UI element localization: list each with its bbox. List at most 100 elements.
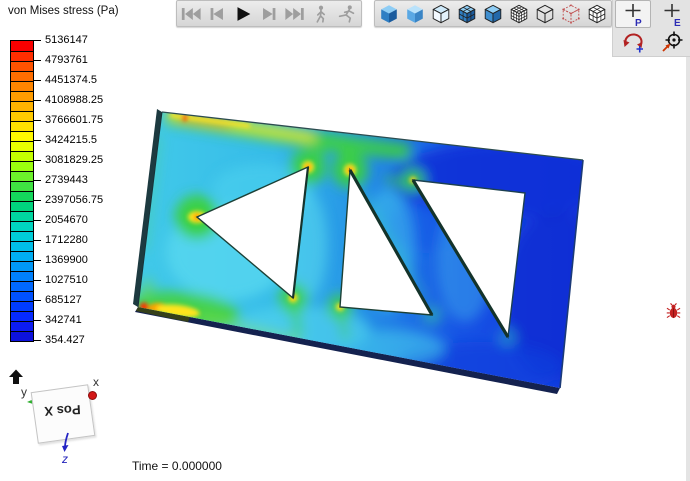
legend-tick (34, 220, 41, 221)
x-axis-label: x (93, 375, 99, 389)
home-view-icon[interactable] (6, 367, 26, 387)
legend-color-band (11, 231, 33, 241)
legend-tick-value: 342741 (45, 314, 82, 326)
legend-colorbar (10, 40, 34, 342)
legend-tick (34, 120, 41, 121)
legend-color-band (11, 191, 33, 201)
run-mode-button[interactable] (334, 2, 360, 25)
legend-tick-value: 2739443 (45, 174, 88, 186)
legend-color-band (11, 221, 33, 231)
go-to-last-frame-button[interactable] (282, 2, 308, 25)
x-axis-marker (88, 391, 97, 400)
legend-color-band (11, 241, 33, 251)
legend-tick (34, 40, 41, 41)
legend-color-band (11, 71, 33, 81)
legend-color-band (11, 51, 33, 61)
legend-tick (34, 340, 41, 341)
legend-color-band (11, 111, 33, 121)
previous-frame-button[interactable] (204, 2, 230, 25)
orientation-triad[interactable]: y Pos X x z (0, 360, 130, 475)
legend-tick-value: 3081829.25 (45, 154, 104, 166)
legend-color-band (11, 131, 33, 141)
legend-color-band (11, 41, 33, 51)
walk-mode-button[interactable] (308, 2, 334, 25)
legend-color-band (11, 101, 33, 111)
center-of-rotation-button[interactable] (655, 29, 689, 55)
legend-tick-value: 2397056.75 (45, 194, 104, 206)
view-plane-label: Pos X (44, 402, 81, 419)
legend-tick-value: 3766601.75 (45, 114, 104, 126)
legend-color-band (11, 261, 33, 271)
legend-title: von Mises stress (Pa) (8, 5, 119, 17)
pick-toolbar: PE (612, 0, 690, 57)
pick-element-button[interactable]: E (655, 1, 689, 27)
svg-text:P: P (635, 18, 642, 27)
legend-tick-value: 4793761 (45, 54, 88, 66)
legend-tick (34, 80, 41, 81)
legend-color-band (11, 81, 33, 91)
legend-tick (34, 320, 41, 321)
legend-color-band (11, 321, 33, 331)
legend-color-band (11, 151, 33, 161)
legend-color-band (11, 61, 33, 71)
legend-color-band (11, 301, 33, 311)
legend-tick-value: 354.427 (45, 334, 85, 346)
legend-color-band (11, 91, 33, 101)
legend-color-band (11, 291, 33, 301)
legend-color-band (11, 271, 33, 281)
legend-tick-value: 1712280 (45, 234, 88, 246)
time-label: Time = 0.000000 (132, 459, 222, 473)
legend-color-band (11, 161, 33, 171)
play-animation-button[interactable] (230, 2, 256, 25)
legend-tick-value: 4451374.5 (45, 74, 97, 86)
shaded-view-button[interactable] (376, 2, 402, 25)
legend-tick (34, 100, 41, 101)
legend-color-band (11, 281, 33, 291)
playback-toolbar (176, 0, 362, 27)
go-to-first-frame-button[interactable] (178, 2, 204, 25)
rotate-view-button[interactable] (616, 29, 650, 55)
legend-tick-value: 4108988.25 (45, 94, 104, 106)
legend-tick-value: 5136147 (45, 34, 88, 46)
stress-contour-face (138, 112, 583, 388)
application-window: von Mises stress (Pa) 5136147 4793761 4451… (0, 0, 690, 481)
shaded-mesh-view-button[interactable] (454, 2, 480, 25)
pick-point-button[interactable]: P (614, 0, 651, 28)
svg-text:E: E (674, 18, 681, 27)
legend-tick-value: 3424215.5 (45, 134, 97, 146)
legend-tick (34, 180, 41, 181)
z-axis-arrow-icon (62, 432, 69, 452)
feature-edge-view-button[interactable] (558, 2, 584, 25)
legend-tick (34, 160, 41, 161)
legend-tick (34, 280, 41, 281)
legend-color-band (11, 211, 33, 221)
legend-color-band (11, 121, 33, 131)
fine-mesh-view-button[interactable] (506, 2, 532, 25)
legend-tick-value: 1027510 (45, 274, 88, 286)
legend-tick (34, 240, 41, 241)
legend-tick-value: 1369900 (45, 254, 88, 266)
legend-color-band (11, 171, 33, 181)
legend-tick (34, 300, 41, 301)
next-frame-button[interactable] (256, 2, 282, 25)
legend-tick-value: 2054670 (45, 214, 88, 226)
legend-tick (34, 60, 41, 61)
legend-color-band (11, 251, 33, 261)
legend-tick (34, 260, 41, 261)
legend-tick (34, 140, 41, 141)
legend-color-band (11, 141, 33, 151)
legend-color-band (11, 201, 33, 211)
legend-color-band (11, 311, 33, 321)
bug-icon[interactable] (666, 303, 681, 325)
legend-color-band (11, 331, 33, 341)
legend-tick-value: 685127 (45, 294, 82, 306)
coarse-mesh-view-button[interactable] (584, 2, 610, 25)
z-axis-label: z (62, 452, 68, 466)
flat-shaded-view-button[interactable] (480, 2, 506, 25)
shaded-edges-view-button[interactable] (428, 2, 454, 25)
legend-color-band (11, 181, 33, 191)
legend-tick (34, 200, 41, 201)
display-mode-toolbar (374, 0, 612, 27)
wireframe-view-button[interactable] (532, 2, 558, 25)
smooth-shaded-view-button[interactable] (402, 2, 428, 25)
